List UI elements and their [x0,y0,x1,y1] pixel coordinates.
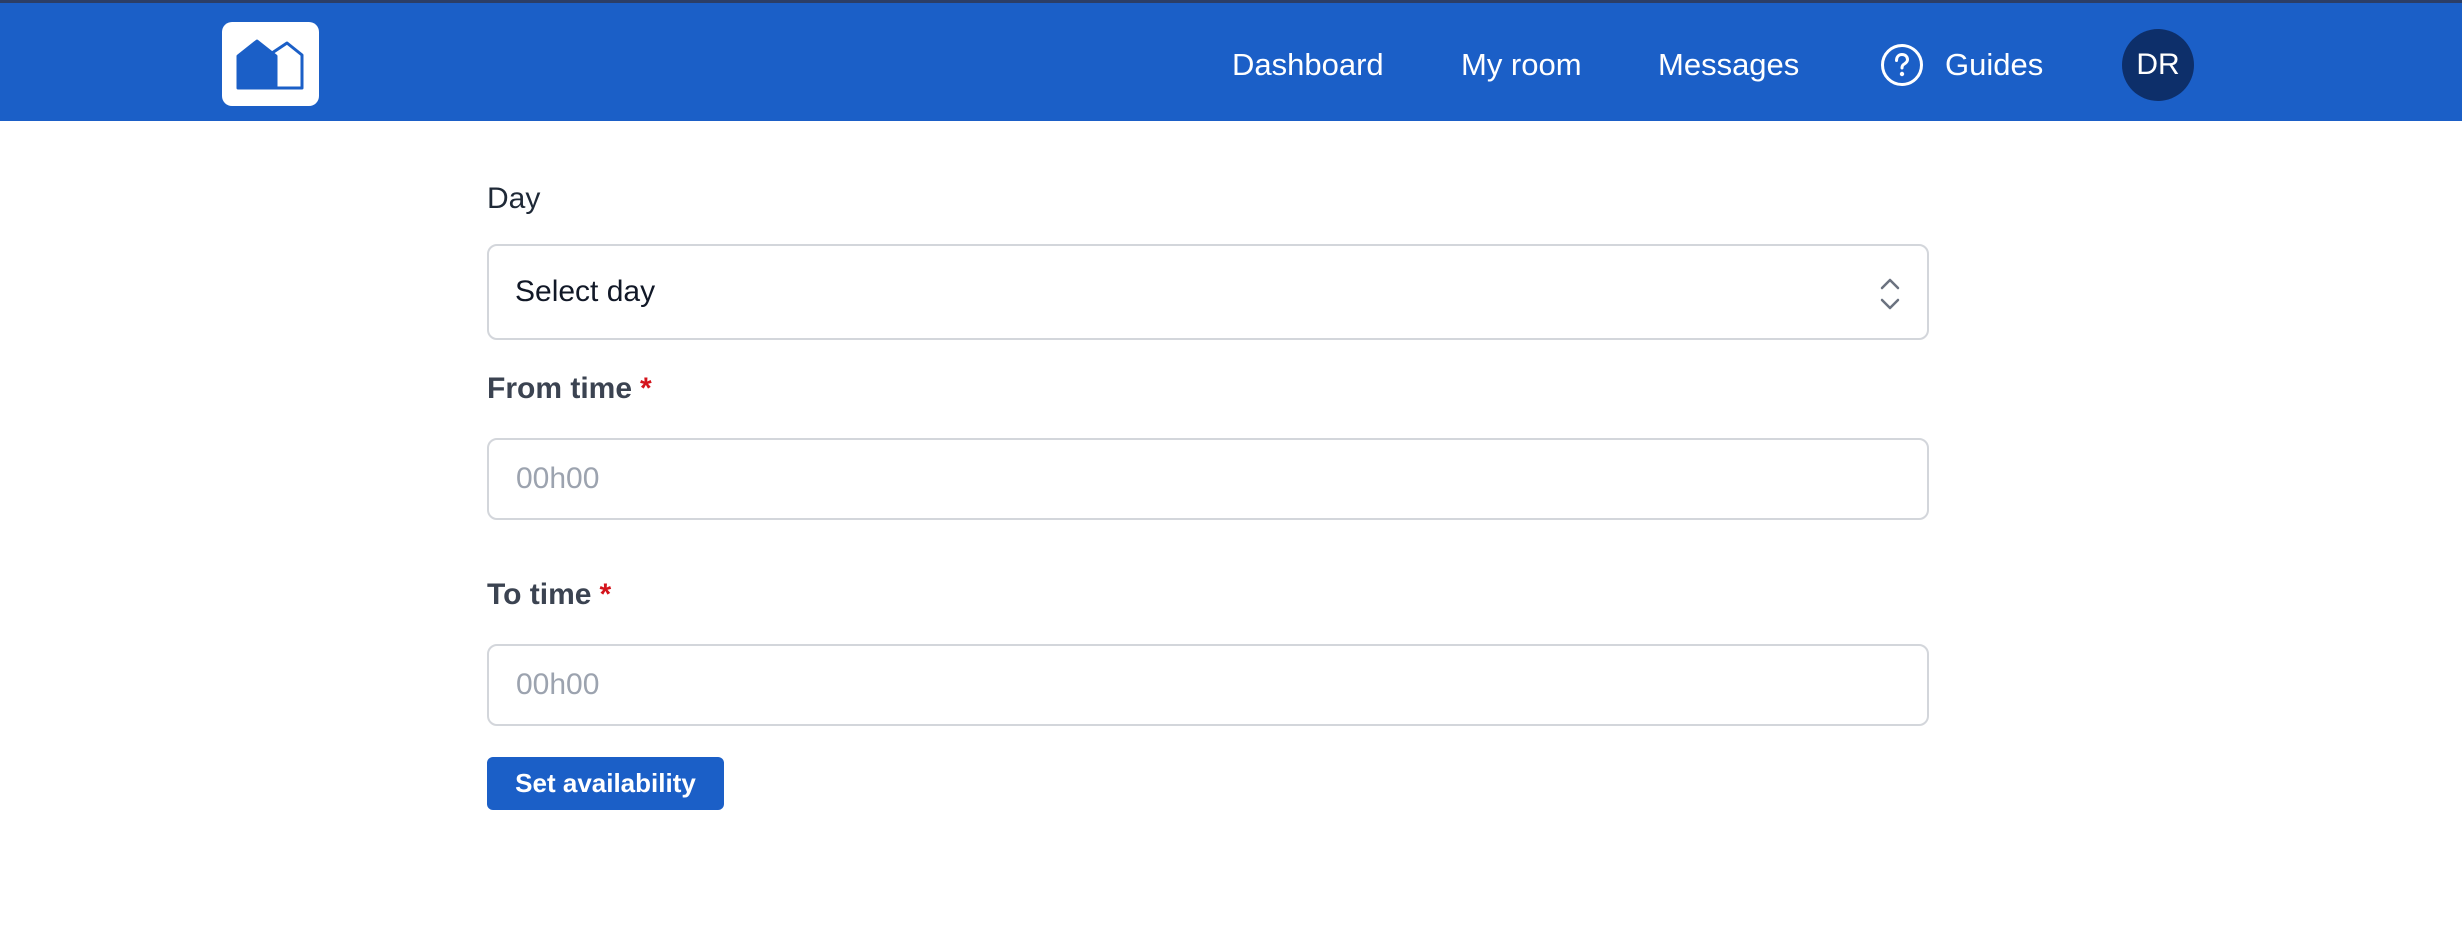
to-time-input[interactable] [487,644,1929,726]
from-time-label: From time * [487,372,652,406]
help-circle-icon [1880,43,1924,87]
to-time-label: To time * [487,578,611,612]
nav-guides-link[interactable]: Guides [1880,43,2043,87]
required-asterisk: * [599,578,612,611]
nav-dashboard-link[interactable]: Dashboard [1232,43,1384,87]
from-time-input[interactable] [487,438,1929,520]
user-avatar[interactable]: DR [2122,29,2194,101]
set-availability-button[interactable]: Set availability [487,757,724,810]
to-time-label-text: To time [487,578,592,611]
chevron-up-down-icon [1879,276,1901,317]
nav-messages-link[interactable]: Messages [1658,43,1799,87]
day-label: Day [487,182,541,215]
day-select-value: Select day [515,275,656,308]
nav-guides-label: Guides [1945,47,2044,82]
home-logo-button[interactable] [222,22,319,106]
nav-my-room-link[interactable]: My room [1461,43,1582,87]
house-logo-icon [236,39,304,90]
required-asterisk: * [640,372,652,405]
top-navigation-bar: Dashboard My room Messages Guides DR [0,0,2462,121]
from-time-label-text: From time [487,372,633,405]
day-select[interactable]: Select day [487,244,1929,340]
